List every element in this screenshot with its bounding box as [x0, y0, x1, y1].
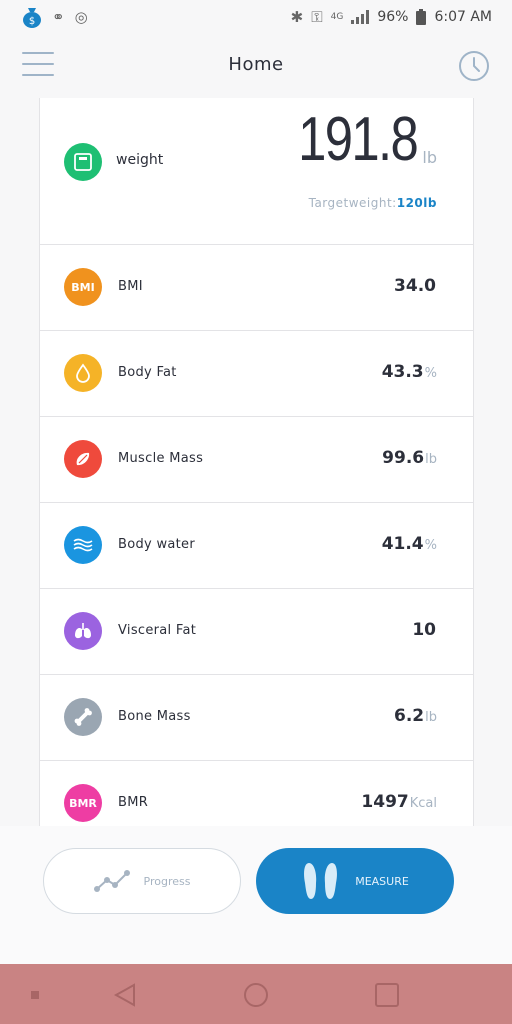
walking-icon: ◎	[74, 8, 88, 26]
action-bar: Progress MEASURE	[0, 826, 512, 964]
metric-value: 10	[412, 620, 437, 640]
trend-line-icon	[93, 870, 130, 892]
metric-number: 43.3	[381, 362, 424, 382]
metric-number: 10	[412, 620, 436, 640]
weight-unit: lb	[422, 148, 437, 167]
status-bar: $ ⚭ ◎ ✱ ⚿ 4G 96% 6:07 AM	[0, 0, 512, 34]
footprints-icon	[304, 863, 338, 899]
measure-label: MEASURE	[355, 874, 409, 888]
scale-icon	[64, 143, 102, 181]
metrics-list: weight 191.8 lb Targetweight:120lb BMI B…	[39, 98, 474, 826]
history-clock-icon[interactable]	[458, 50, 490, 82]
navigation-bar	[0, 964, 512, 1024]
progress-button[interactable]: Progress	[43, 848, 241, 914]
metric-number: 34.0	[394, 276, 436, 296]
app-header: Home	[0, 34, 512, 98]
overview-icon[interactable]	[374, 982, 400, 1008]
droplet-icon	[64, 354, 102, 392]
metric-unit: lb	[425, 710, 437, 725]
metric-value: 43.3 %	[382, 362, 437, 382]
metric-row-body-fat[interactable]: Body Fat 43.3 %	[40, 331, 473, 417]
battery-percent: 96%	[377, 9, 409, 25]
metric-unit: lb	[425, 452, 437, 467]
lungs-icon	[64, 612, 102, 650]
metric-row-body-water[interactable]: Body water 41.4 %	[40, 503, 473, 589]
metric-unit: Kcal	[409, 796, 437, 811]
voicemail-icon: ⚭	[52, 8, 65, 26]
page-title: Home	[228, 54, 284, 75]
metric-row-visceral-fat[interactable]: Visceral Fat 10	[40, 589, 473, 675]
money-bag-icon: $	[23, 8, 41, 28]
signal-icon	[351, 10, 370, 24]
weight-value: 191.8	[297, 105, 419, 174]
clock-time: 6:07 AM	[434, 9, 492, 25]
target-weight-label: Targetweight:	[308, 196, 397, 210]
metric-value: 34.0	[394, 276, 437, 296]
metric-row-muscle-mass[interactable]: Muscle Mass 99.6 lb	[40, 417, 473, 503]
metric-value: 99.6 lb	[382, 448, 437, 468]
metric-row-bmi[interactable]: BMI BMI 34.0	[40, 245, 473, 331]
metric-unit: %	[424, 538, 437, 553]
muscle-icon	[64, 440, 102, 478]
network-type: 4G	[330, 12, 344, 22]
home-icon[interactable]	[243, 982, 269, 1008]
metric-value: 6.2 lb	[394, 706, 437, 726]
bone-icon	[64, 698, 102, 736]
weight-label: weight	[116, 152, 164, 168]
status-left-icons: $ ⚭ ◎	[22, 6, 88, 28]
metric-label: BMI	[118, 279, 143, 294]
metric-value: 41.4 %	[382, 534, 437, 554]
metric-number: 6.2	[394, 706, 425, 726]
bluetooth-icon: ✱	[290, 8, 304, 26]
bmi-icon: BMI	[64, 268, 102, 306]
status-right-icons: ✱ ⚿ 4G 96% 6:07 AM	[291, 8, 492, 26]
metric-label: Body water	[118, 537, 195, 552]
metric-number: 1497	[361, 792, 409, 812]
bmr-icon-text: BMR	[69, 796, 97, 810]
bmr-icon: BMR	[64, 784, 102, 822]
target-weight: Targetweight:120lb	[309, 196, 437, 210]
battery-icon	[416, 9, 427, 25]
measure-button[interactable]: MEASURE	[256, 848, 454, 914]
waves-icon	[64, 526, 102, 564]
metric-label: Bone Mass	[118, 709, 191, 724]
metric-label: BMR	[118, 795, 149, 810]
key-icon: ⚿	[311, 8, 323, 26]
metric-number: 41.4	[381, 534, 424, 554]
recents-dot-icon[interactable]	[30, 990, 40, 1000]
weight-row[interactable]: weight 191.8 lb Targetweight:120lb	[40, 98, 473, 245]
metric-row-bmr[interactable]: BMR BMR 1497 Kcal	[40, 761, 473, 826]
metric-label: Muscle Mass	[118, 451, 204, 466]
back-icon[interactable]	[112, 982, 138, 1008]
progress-label: Progress	[143, 874, 191, 888]
target-weight-value: 120lb	[396, 196, 437, 210]
svg-text:$: $	[29, 16, 35, 27]
metric-value: 1497 Kcal	[361, 792, 437, 812]
metric-row-bone-mass[interactable]: Bone Mass 6.2 lb	[40, 675, 473, 761]
bmi-icon-text: BMI	[71, 280, 95, 294]
metric-unit: %	[424, 366, 437, 381]
metric-label: Body Fat	[118, 365, 177, 380]
metric-number: 99.6	[382, 448, 425, 468]
metric-label: Visceral Fat	[118, 623, 197, 638]
